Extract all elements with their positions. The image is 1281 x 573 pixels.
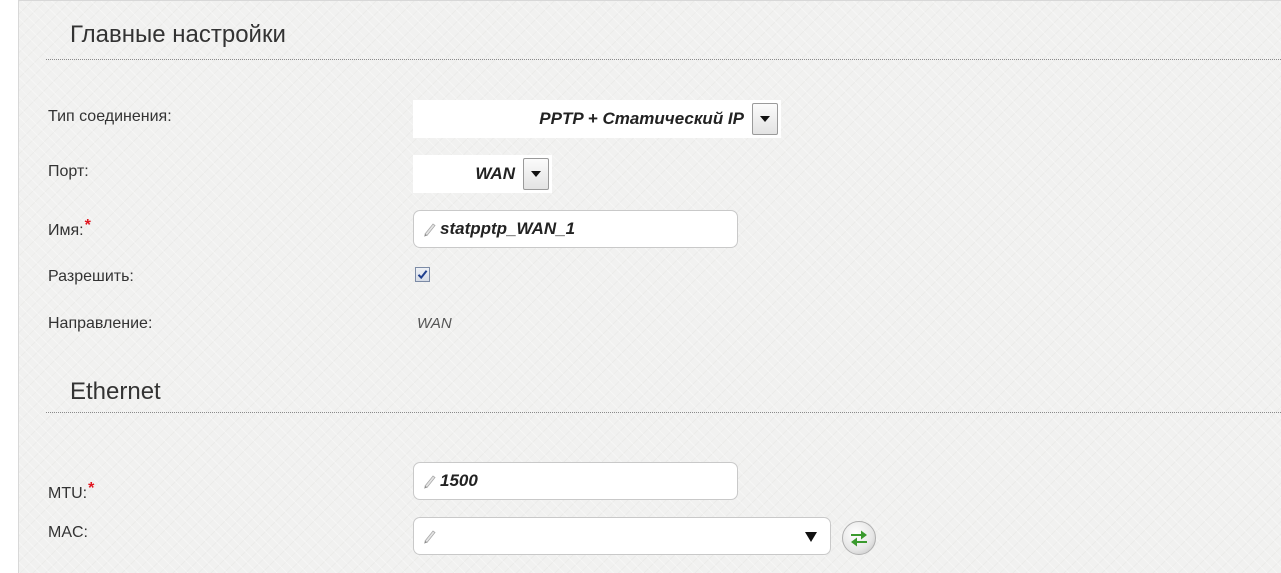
name-label-text: Имя: [48,222,84,239]
pencil-icon [424,475,436,489]
mtu-label: MTU:* [48,480,94,503]
connection-type-select[interactable]: PPTP + Статический IP [413,100,781,138]
section-divider-main [46,59,1281,60]
chevron-down-icon[interactable] [523,158,549,190]
chevron-down-icon[interactable] [805,532,817,542]
port-select[interactable]: WAN [413,155,552,193]
chevron-down-icon[interactable] [752,103,778,135]
name-label: Имя:* [48,217,91,240]
required-marker: * [88,480,95,497]
connection-type-label: Тип соединения: [48,108,172,125]
mtu-input[interactable]: 1500 [413,462,738,500]
section-title-ethernet: Ethernet [70,378,161,405]
name-value: statpptp_WAN_1 [440,219,576,238]
section-title-main: Главные настройки [70,21,286,48]
connection-type-value: PPTP + Статический IP [539,109,744,128]
section-divider-ethernet [46,412,1281,413]
enable-label: Разрешить: [48,268,134,285]
mac-combobox[interactable] [413,517,831,555]
mtu-value: 1500 [440,471,478,490]
direction-value: WAN [417,315,452,332]
port-value: WAN [475,164,515,183]
pencil-icon [424,223,436,237]
direction-label: Направление: [48,315,153,332]
refresh-arrows-icon [851,530,867,547]
port-label: Порт: [48,163,89,180]
required-marker: * [84,217,91,234]
pencil-icon [424,530,436,544]
check-icon [417,270,428,280]
enable-checkbox[interactable] [415,267,430,282]
mtu-label-text: MTU: [48,485,88,502]
name-input[interactable]: statpptp_WAN_1 [413,210,738,248]
mac-label: MAC: [48,524,88,541]
mac-clone-button[interactable] [842,521,876,555]
